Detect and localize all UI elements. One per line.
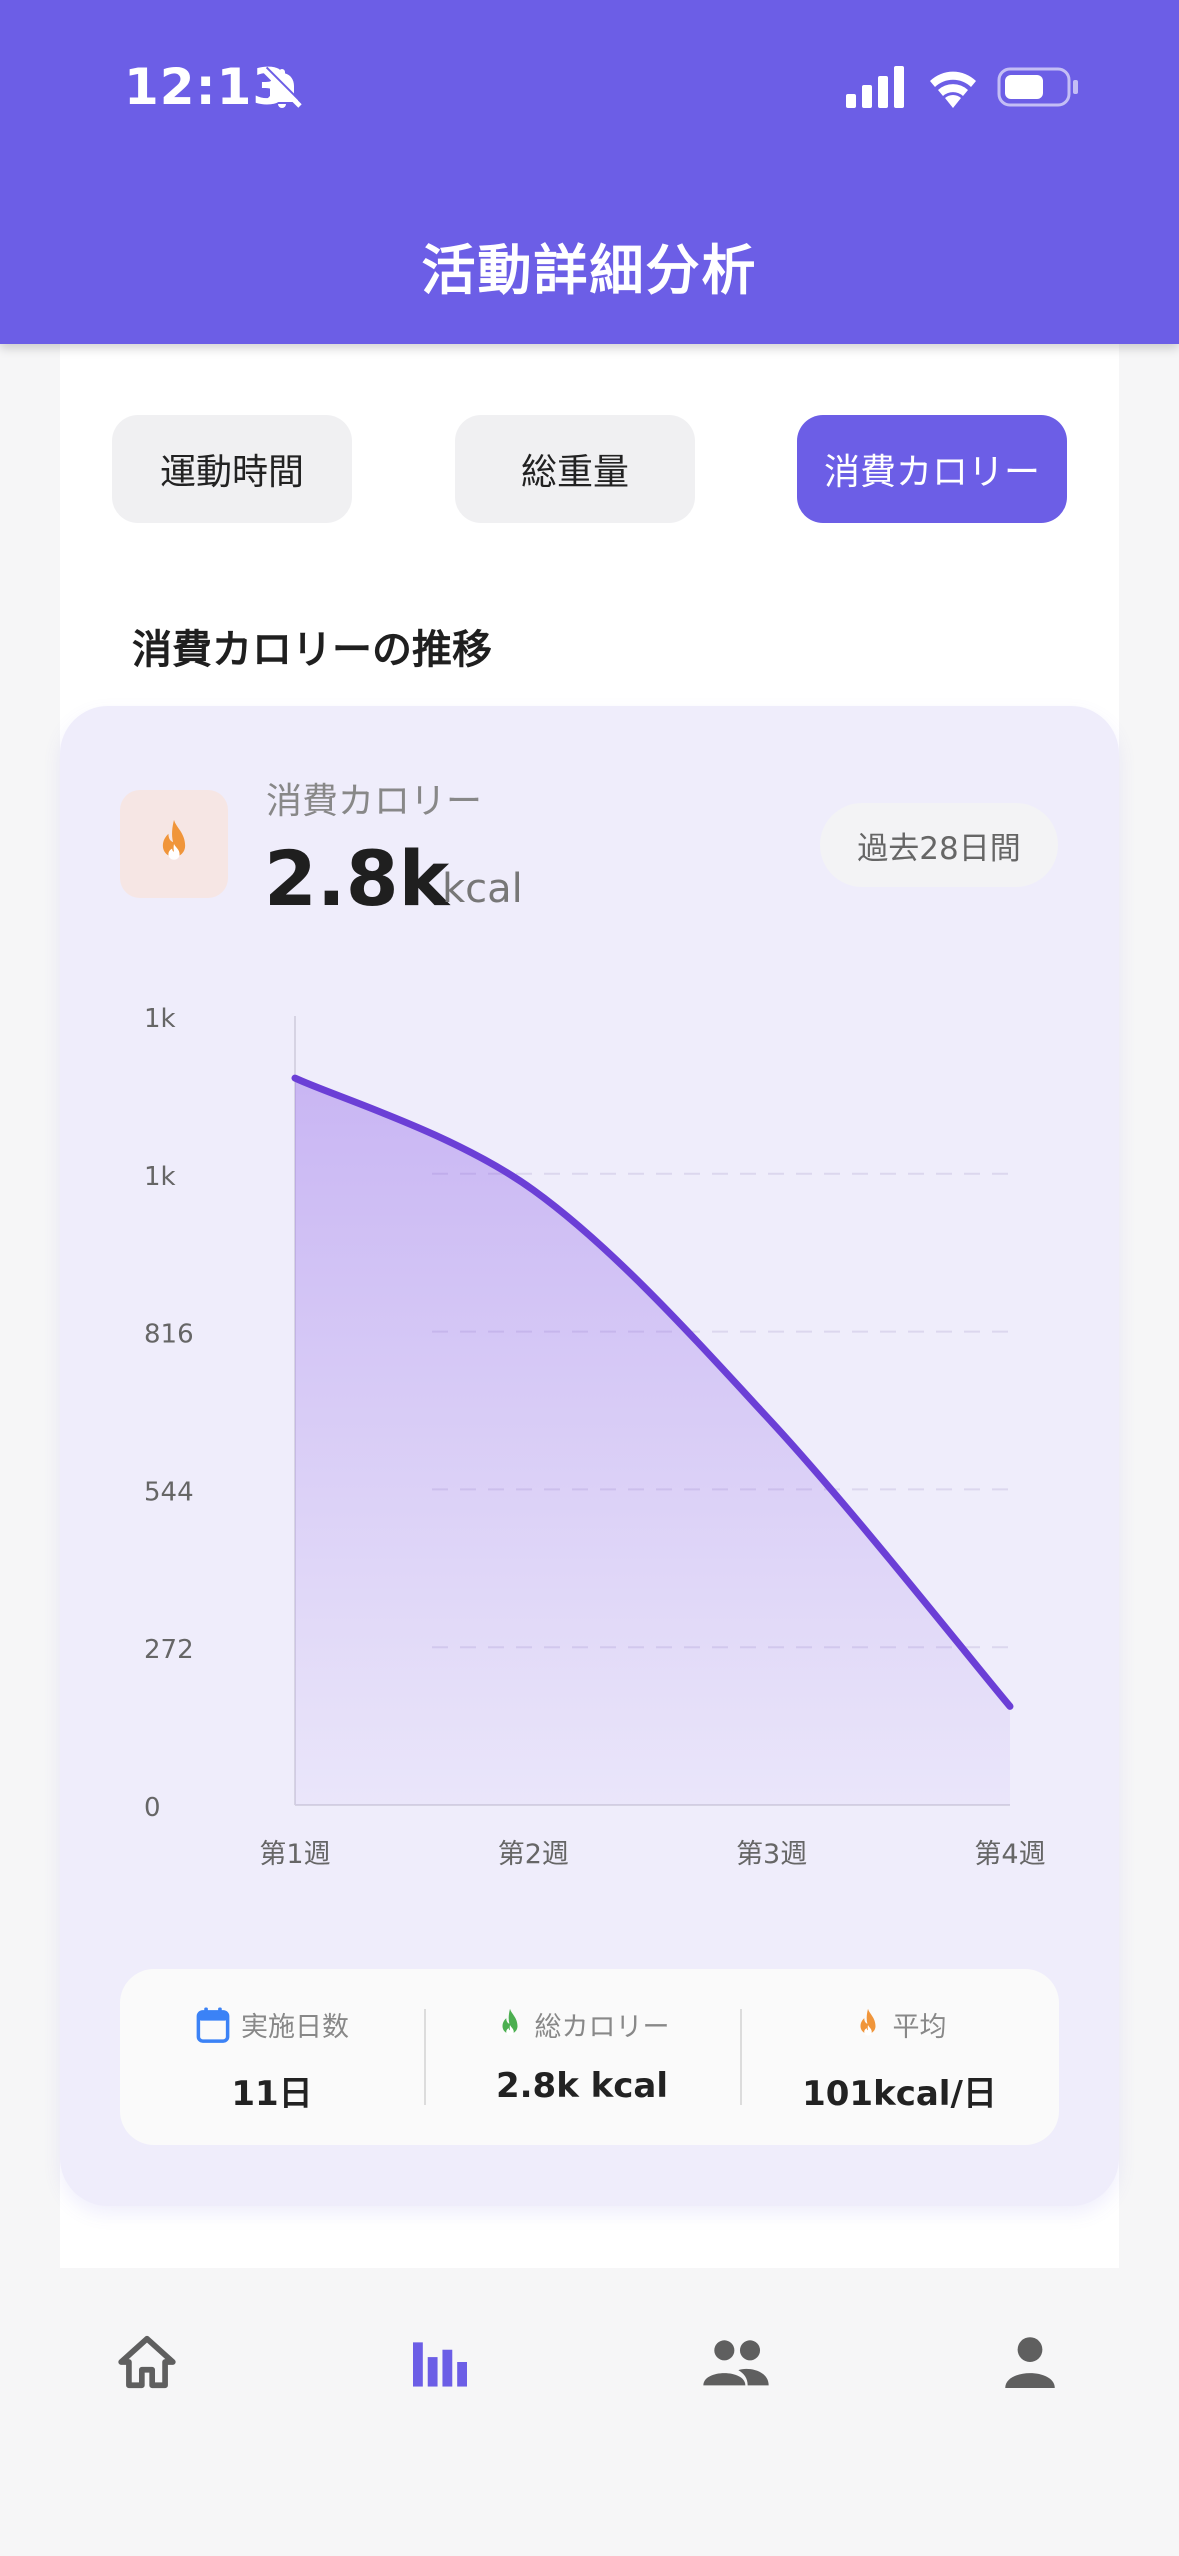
stat-active-days: 実施日数 11日 — [120, 1969, 424, 2145]
stats-panel: 実施日数 11日 総カロリー 2.8k kcal 平均 101kcal/日 — [120, 1969, 1059, 2145]
period-badge[interactable]: 過去28日間 — [820, 803, 1058, 887]
flame-icon — [162, 819, 186, 860]
people-icon — [703, 2340, 769, 2386]
stat-average: 平均 101kcal/日 — [740, 1969, 1059, 2145]
nav-home[interactable] — [107, 2326, 187, 2398]
tab-exercise-time[interactable]: 運動時間 — [112, 415, 352, 523]
cellular-signal-icon — [846, 66, 904, 108]
card-unit: kcal — [442, 866, 523, 912]
stat-value: 11日 — [231, 2074, 313, 2114]
person-icon — [1005, 2337, 1055, 2388]
bottom-nav — [0, 2268, 1179, 2556]
flame-icon-badge — [120, 790, 228, 898]
nav-profile[interactable] — [990, 2326, 1070, 2398]
stat-value: 101kcal/日 — [802, 2074, 997, 2114]
tab-total-weight[interactable]: 総重量 — [455, 415, 695, 523]
stat-label: 総カロリー — [534, 2012, 670, 2043]
page-title: 活動詳細分析 — [421, 239, 758, 302]
calendar-icon — [196, 2006, 230, 2043]
app-header: 12:13 活動詳細分析 — [0, 0, 1179, 344]
stat-label: 平均 — [892, 2012, 947, 2043]
bell-off-icon — [262, 66, 304, 108]
flame-icon — [860, 2008, 875, 2036]
nav-stats[interactable] — [400, 2326, 480, 2398]
tab-calories[interactable]: 消費カロリー — [797, 415, 1067, 523]
home-icon — [118, 2335, 176, 2389]
nav-community[interactable] — [696, 2326, 776, 2398]
card-value: 2.8k — [264, 834, 450, 923]
stat-label: 実施日数 — [241, 2012, 349, 2043]
flame-icon — [502, 2008, 517, 2036]
wifi-icon — [930, 71, 976, 108]
battery-icon — [997, 67, 1078, 107]
stat-total-calories: 総カロリー 2.8k kcal — [424, 1969, 740, 2145]
bar-chart-icon — [413, 2342, 467, 2387]
section-title: 消費カロリーの推移 — [132, 627, 492, 673]
stat-value: 2.8k kcal — [495, 2066, 669, 2106]
card-label: 消費カロリー — [266, 781, 483, 822]
